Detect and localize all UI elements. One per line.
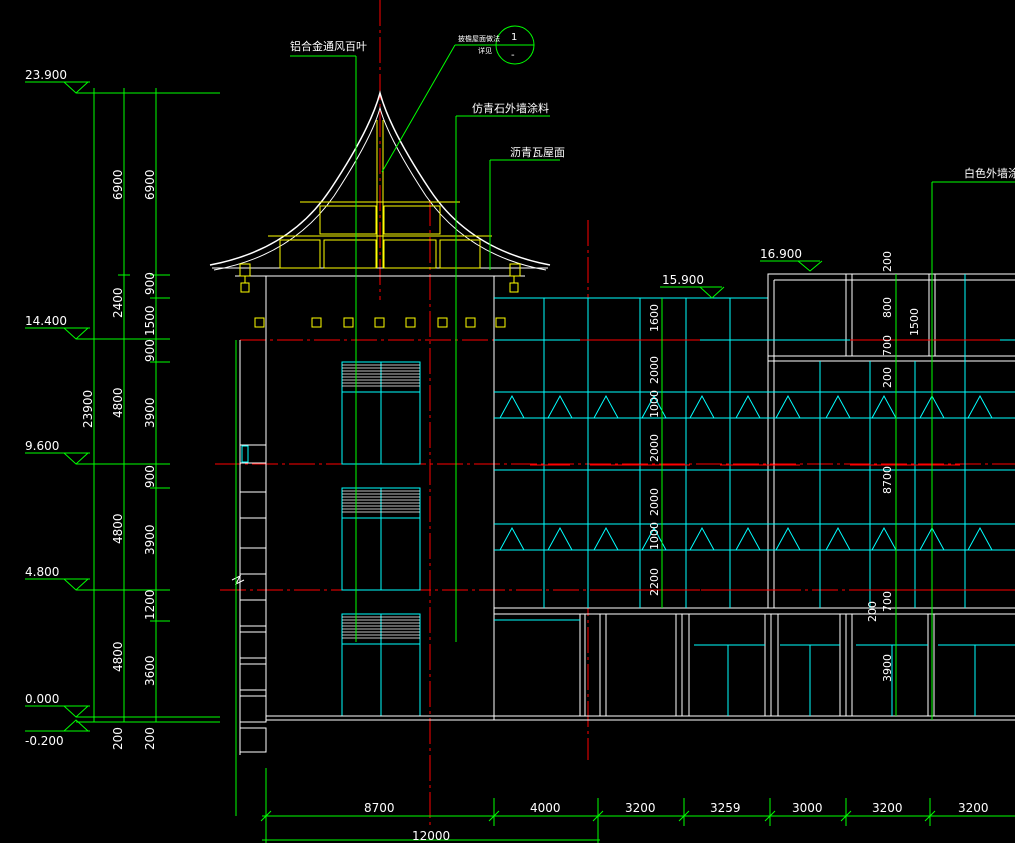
dim-mid-1000-b: 1000 (648, 522, 661, 550)
dim-mid-2200: 2200 (648, 568, 661, 596)
dim-inner-3600: 3600 (143, 655, 157, 686)
elev-9600: 9.600 (25, 439, 59, 453)
dim-inner-1500: 1500 (143, 305, 157, 336)
note-white-paint: 白色外墙涂料 (964, 166, 1015, 180)
dim-right-1500: 1500 (908, 308, 921, 336)
drawing-svg: 23.900 14.400 9.600 4.800 0.000 -0.200 2… (25, 0, 1015, 843)
dim-mid-2000-a: 2000 (648, 356, 661, 384)
dim-bottom-3200-c: 3200 (958, 801, 989, 815)
dim-inner-1200: 1200 (143, 589, 157, 620)
dim-inner-200: 200 (143, 727, 157, 750)
dim-outer-4800-c: 4800 (111, 641, 125, 672)
tower-body (231, 276, 495, 755)
note-stone-paint: 仿青石外墙涂料 (472, 101, 549, 115)
dim-bottom-3200-a: 3200 (625, 801, 656, 815)
dim-outer-6900: 6900 (111, 169, 125, 200)
note-detail-1: 披檐屋面做法 (458, 34, 500, 43)
elev-15900: 15.900 (662, 273, 704, 287)
dim-right-200-b: 200 (881, 367, 894, 388)
dim-outer-2400: 2400 (111, 287, 125, 318)
dim-right-3900: 3900 (881, 654, 894, 682)
dim-inner-6900: 6900 (143, 169, 157, 200)
dim-bottom-total-12000: 12000 (412, 829, 450, 843)
dim-right-700-a: 700 (881, 335, 894, 356)
dim-right-800: 800 (881, 297, 894, 318)
dim-inner-900-b: 900 (143, 339, 157, 362)
dim-mid-2000-b: 2000 (648, 434, 661, 462)
elev-23900: 23.900 (25, 68, 67, 82)
vertical-dimension-labels: 23900 6900 2400 4800 4800 4800 200 6900 … (81, 169, 157, 750)
dim-outer-4800-b: 4800 (111, 513, 125, 544)
dim-bottom-3200-b: 3200 (872, 801, 903, 815)
cad-elevation-drawing: 23.900 14.400 9.600 4.800 0.000 -0.200 2… (0, 0, 1015, 843)
elev-minus-0200: -0.200 (25, 734, 64, 748)
dim-total-23900: 23900 (81, 390, 95, 428)
note-asphalt-tile-roof: 沥青瓦屋面 (510, 146, 565, 159)
annotation-leaders (235, 25, 1015, 816)
dim-mid-2000-c: 2000 (648, 488, 661, 516)
dim-bottom-4000: 4000 (530, 801, 561, 815)
dim-bottom-8700: 8700 (364, 801, 395, 815)
dim-mid-1000-a: 1000 (648, 390, 661, 418)
elev-16900: 16.900 (760, 247, 802, 261)
note-detail-2: 详见 (478, 46, 492, 55)
right-vertical-dims: 200 800 1500 700 200 8700 700 200 3900 (866, 251, 921, 682)
elevation-labels: 23.900 14.400 9.600 4.800 0.000 -0.200 (25, 68, 67, 748)
elev-0000: 0.000 (25, 692, 59, 706)
dim-outer-200: 200 (111, 727, 125, 750)
elev-4800: 4.800 (25, 565, 59, 579)
note-aluminum-louver: 铝合金通风百叶 (290, 39, 367, 53)
dim-inner-900-a: 900 (143, 272, 157, 295)
dim-inner-3900-b: 3900 (143, 524, 157, 555)
callout-sheet: - (511, 50, 515, 61)
elev-14400: 14.400 (25, 314, 67, 328)
tower-windows (241, 361, 421, 717)
annotation-labels: 铝合金通风百叶 披檐屋面做法 详见 1 - 仿青石外墙涂料 沥青瓦屋面 白色外墙… (290, 32, 1015, 287)
dim-inner-3900-a: 3900 (143, 397, 157, 428)
bottom-dimension-labels: 8700 4000 3200 3259 3000 3200 3200 12000 (364, 801, 989, 843)
dim-bottom-3000: 3000 (792, 801, 823, 815)
dim-outer-4800-a: 4800 (111, 387, 125, 418)
red-floor-marks (530, 339, 1000, 591)
dim-inner-900-c: 900 (143, 465, 157, 488)
dim-right-8700: 8700 (881, 466, 894, 494)
dim-mid-1600: 1600 (648, 304, 661, 332)
dim-bottom-3259: 3259 (710, 801, 741, 815)
dim-right-700-b: 700 (881, 591, 894, 612)
dim-right-200-a: 200 (881, 251, 894, 272)
callout-number: 1 (511, 32, 517, 43)
dim-right-200-c: 200 (866, 601, 879, 622)
mid-vertical-dims: 1600 2000 1000 2000 2000 1000 2200 (648, 304, 661, 596)
